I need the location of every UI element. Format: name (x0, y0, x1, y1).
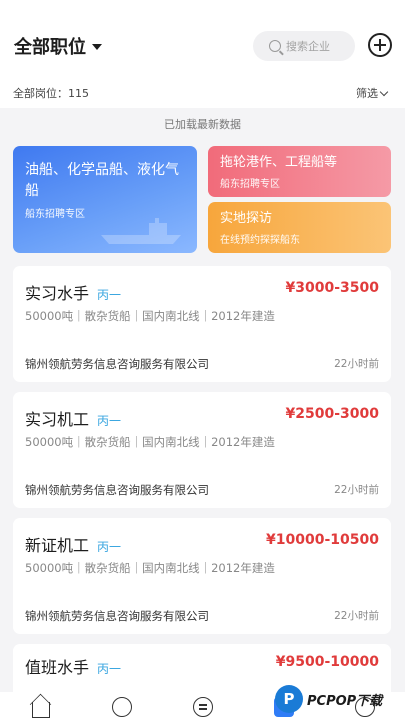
salary: ¥2500-3000 (285, 406, 379, 422)
search-placeholder: 搜索企业 (286, 40, 330, 53)
banner-title: 拖轮港作、工程船等 (220, 155, 338, 170)
salary: ¥3000-3500 (285, 280, 379, 296)
ship-illustration-icon (101, 218, 181, 244)
top-bar: 全部职位 搜索企业 全部岗位：115 筛选 (0, 0, 405, 108)
tab-ship[interactable] (108, 695, 136, 717)
job-title-row: 实习机工 丙一 (25, 406, 121, 430)
job-card[interactable]: 实习机工 丙一 ¥2500-3000 50000吨｜散杂货船｜国内南北线｜201… (13, 392, 391, 508)
company-name: 锦州领航劳务信息咨询服务有限公司 (25, 609, 209, 623)
watermark-text: PCPOP下载 (307, 693, 383, 709)
tab-messages[interactable] (189, 695, 217, 717)
grade-badge: 丙一 (97, 288, 122, 302)
grade-badge: 丙一 (97, 540, 122, 554)
caret-down-icon (92, 44, 102, 50)
watermark-logo: P (275, 685, 303, 713)
tab-home[interactable] (27, 695, 55, 718)
job-title: 新证机工 (25, 536, 90, 555)
banner-title: 油船、化学品船、液化气船 (25, 162, 179, 199)
banner-tugboat-recruitment[interactable]: 拖轮港作、工程船等 船东招聘专区 (208, 146, 391, 197)
job-title-row: 值班水手 丙一 (25, 654, 121, 678)
banner-tanker-recruitment[interactable]: 油船、化学品船、液化气船 船东招聘专区 (13, 146, 197, 253)
page-title: 全部职位 (14, 37, 86, 58)
job-card[interactable]: 实习水手 丙一 ¥3000-3500 50000吨｜散杂货船｜国内南北线｜201… (13, 266, 391, 382)
company-name: 锦州领航劳务信息咨询服务有限公司 (25, 483, 209, 497)
job-title: 值班水手 (25, 658, 90, 677)
job-title: 实习机工 (25, 410, 90, 429)
ship-meta: 50000吨｜散杂货船｜国内南北线｜2012年建造 (25, 309, 275, 323)
filter-button[interactable]: 筛选 (356, 85, 389, 101)
home-icon (31, 702, 50, 718)
ship-wheel-icon (111, 697, 132, 717)
ship-meta: 50000吨｜散杂货船｜国内南北线｜2012年建造 (25, 435, 275, 449)
job-card[interactable]: 新证机工 丙一 ¥10000-10500 50000吨｜散杂货船｜国内南北线｜2… (13, 518, 391, 634)
banner-subtitle: 船东招聘专区 (220, 179, 280, 190)
salary: ¥10000-10500 (266, 532, 379, 548)
post-time: 22小时前 (334, 610, 379, 622)
salary: ¥9500-10000 (275, 654, 379, 670)
post-time: 22小时前 (334, 484, 379, 496)
banner-title: 实地探访 (220, 211, 273, 226)
company-name: 锦州领航劳务信息咨询服务有限公司 (25, 357, 209, 371)
message-icon (192, 697, 213, 717)
grade-badge: 丙一 (97, 662, 122, 676)
watermark: P PCPOP下载 (275, 685, 382, 713)
job-count: 全部岗位：115 (13, 87, 89, 100)
banner-site-visit[interactable]: 实地探访 在线预约探探船东 (208, 202, 391, 253)
job-title: 实习水手 (25, 284, 90, 303)
post-time: 22小时前 (334, 358, 379, 370)
banner-subtitle: 在线预约探探船东 (220, 235, 300, 246)
job-title-row: 实习水手 丙一 (25, 280, 121, 304)
search-input[interactable]: 搜索企业 (253, 31, 355, 61)
ship-meta: 50000吨｜散杂货船｜国内南北线｜2012年建造 (25, 561, 275, 575)
add-icon[interactable] (368, 33, 392, 57)
loaded-status: 已加载最新数据 (164, 118, 241, 131)
job-title-row: 新证机工 丙一 (25, 532, 121, 556)
filter-label: 筛选 (356, 87, 378, 100)
grade-badge: 丙一 (97, 414, 122, 428)
chevron-down-icon (379, 87, 389, 96)
search-icon (269, 40, 281, 52)
position-filter-dropdown[interactable]: 全部职位 (14, 33, 102, 59)
